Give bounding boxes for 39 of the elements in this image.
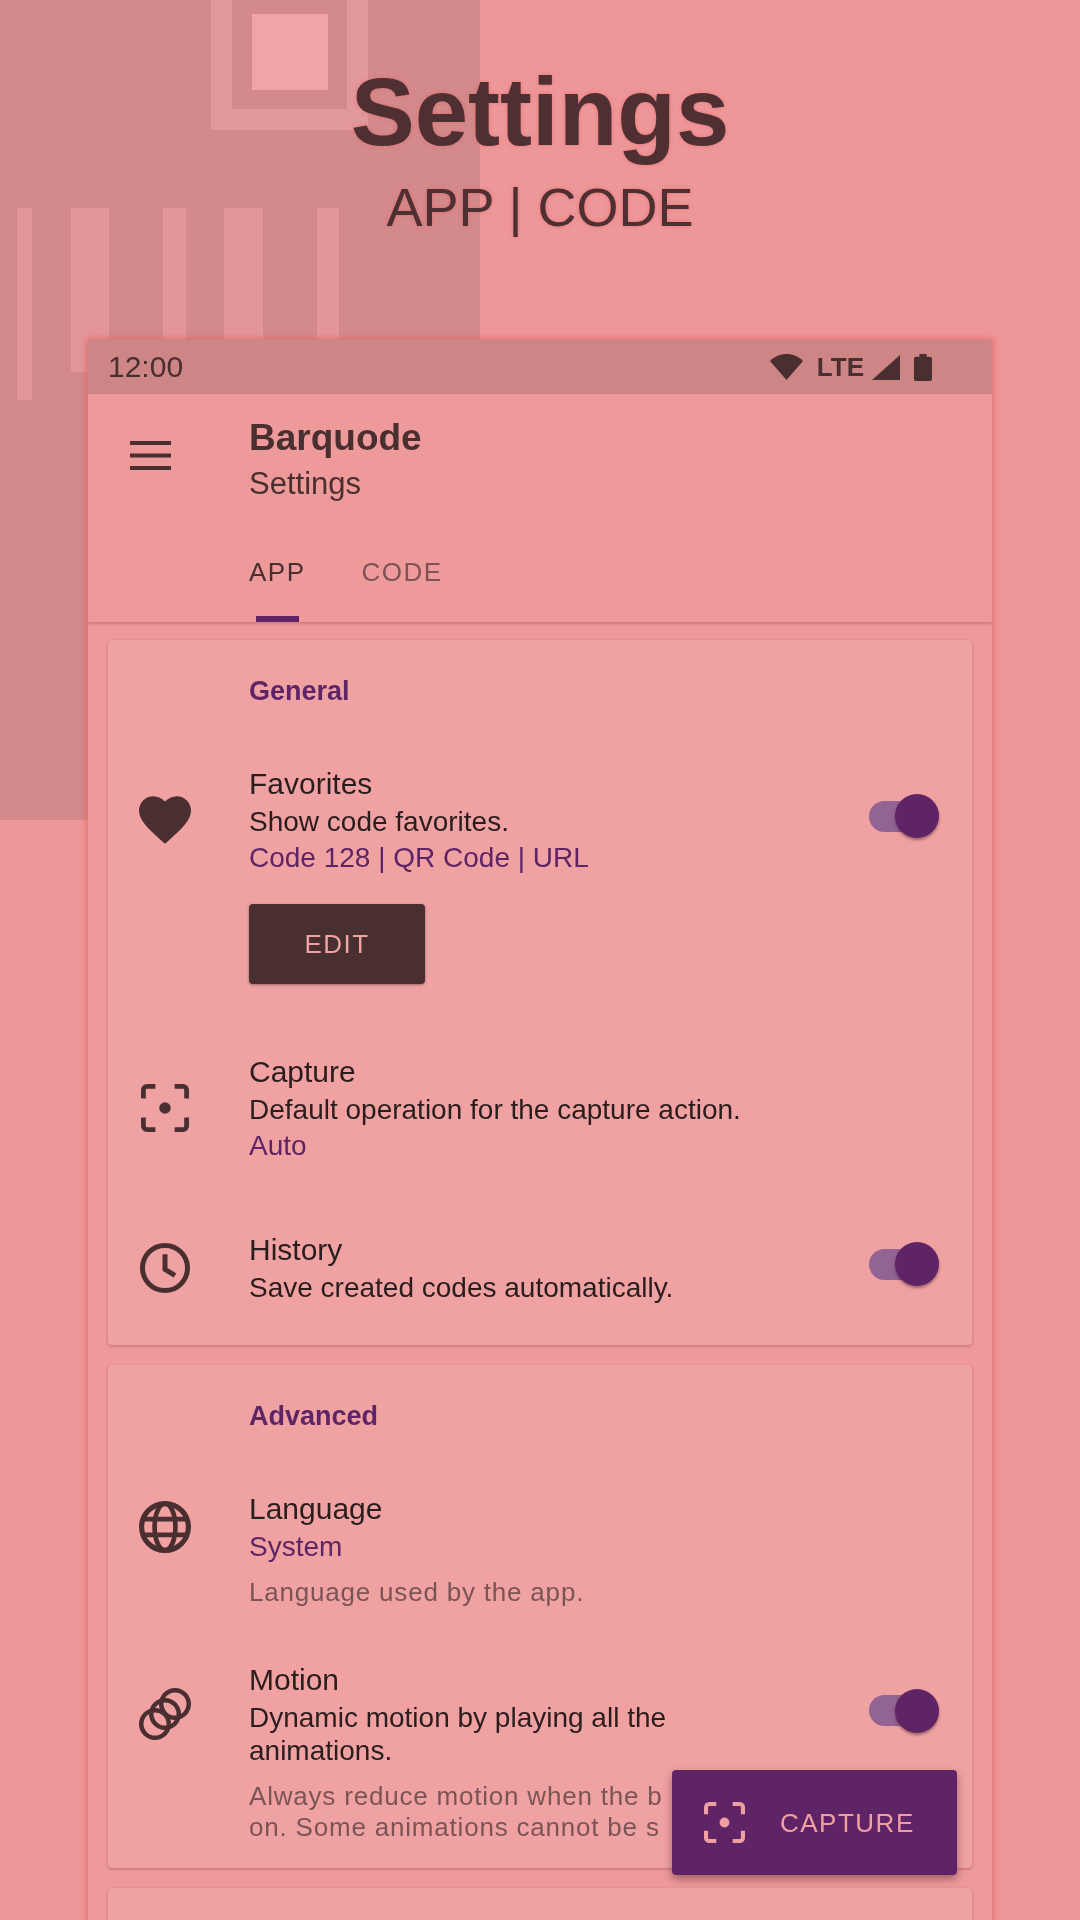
status-time: 12:00: [108, 350, 184, 384]
tab[interactable]: CODE: [361, 540, 443, 622]
clock-icon: [140, 1242, 190, 1293]
setting-summary: Dynamic motion by playing all the animations.: [249, 1701, 668, 1767]
toggle-switch[interactable]: [869, 1242, 939, 1286]
menu-icon[interactable]: [130, 441, 171, 470]
tab[interactable]: APP: [249, 540, 306, 622]
network-label: LTE: [816, 352, 864, 382]
page-title: Settings: [349, 57, 731, 167]
wifi-icon: [769, 354, 803, 380]
setting-value: System: [249, 1530, 343, 1563]
page-subtitle: APP | CODE: [385, 176, 695, 239]
edit-button[interactable]: EDIT: [249, 904, 425, 984]
section-title: Advanced: [249, 1400, 379, 1433]
app-title: Barquode: [249, 416, 422, 460]
viewfinder-icon: [141, 1083, 189, 1132]
setting-summary: Show code favorites.: [249, 805, 509, 838]
app-subtitle: Settings: [249, 465, 361, 503]
setting-summary: Save created codes automatically.: [249, 1271, 674, 1304]
capture-button[interactable]: CAPTURE: [672, 1770, 957, 1875]
rings-icon: [139, 1688, 191, 1740]
toggle-switch[interactable]: [869, 794, 939, 838]
setting-summary: Default operation for the capture action.: [249, 1093, 741, 1126]
setting-hint: Language used by the app.: [249, 1577, 585, 1608]
toggle-switch[interactable]: [869, 1688, 939, 1733]
setting-title: Motion: [249, 1662, 340, 1698]
heart-icon: [139, 795, 191, 844]
setting-title: Favorites: [249, 766, 373, 802]
setting-value: Auto: [249, 1129, 307, 1162]
section-title: General: [249, 675, 350, 708]
globe-icon: [139, 1500, 191, 1553]
battery-icon: [914, 353, 932, 381]
setting-value: Code 128 | QR Code | URL: [249, 841, 589, 874]
setting-title: History: [249, 1232, 343, 1268]
setting-hint: Always reduce motion when the b on. Some animations cannot be s: [249, 1781, 663, 1843]
setting-title: Capture: [249, 1054, 356, 1090]
setting-title: Language: [249, 1491, 383, 1527]
signal-icon: [872, 354, 900, 380]
viewfinder-icon: [704, 1802, 745, 1843]
